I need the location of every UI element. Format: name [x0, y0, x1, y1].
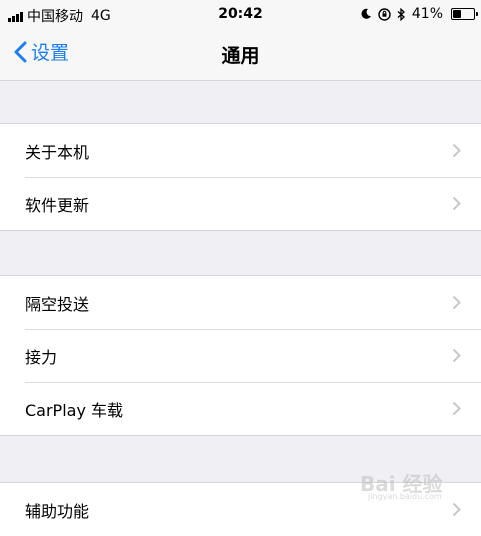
- status-bar: 中国移动 4G 20:42 41%: [0, 0, 481, 28]
- chevron-right-icon: [452, 348, 461, 363]
- chevron-right-icon: [452, 502, 461, 517]
- moon-icon: [361, 8, 371, 19]
- orientation-lock-icon: [378, 7, 391, 21]
- watermark-url: jingyan.baidu.com: [368, 492, 442, 501]
- chevron-right-icon: [452, 143, 461, 158]
- settings-group-1: 关于本机 软件更新: [0, 123, 481, 231]
- list-item-label: 关于本机: [25, 142, 90, 162]
- chevron-right-icon: [452, 196, 461, 211]
- list-item-software-update[interactable]: 软件更新: [0, 177, 481, 230]
- bluetooth-icon: [397, 7, 405, 21]
- battery-fill: [453, 10, 461, 18]
- list-item-airdrop[interactable]: 隔空投送: [0, 276, 481, 329]
- list-item-handoff[interactable]: 接力: [0, 329, 481, 382]
- settings-group-2: 隔空投送 接力 CarPlay 车载: [0, 275, 481, 436]
- list-item-label: 软件更新: [25, 195, 90, 215]
- list-item-carplay[interactable]: CarPlay 车载: [0, 382, 481, 435]
- status-right: 41%: [360, 6, 478, 22]
- list-item-label: 辅助功能: [25, 501, 90, 521]
- page-title: 通用: [221, 45, 260, 67]
- chevron-right-icon: [452, 401, 461, 416]
- list-item-label: 接力: [25, 347, 58, 367]
- navigation-bar: 设置 通用: [0, 28, 481, 81]
- battery-icon: [451, 8, 478, 20]
- list-item-label: 隔空投送: [25, 294, 90, 314]
- battery-percent: 41%: [411, 6, 443, 22]
- list-item-about[interactable]: 关于本机: [0, 124, 481, 177]
- chevron-right-icon: [452, 295, 461, 310]
- list-item-label: CarPlay 车载: [25, 400, 124, 420]
